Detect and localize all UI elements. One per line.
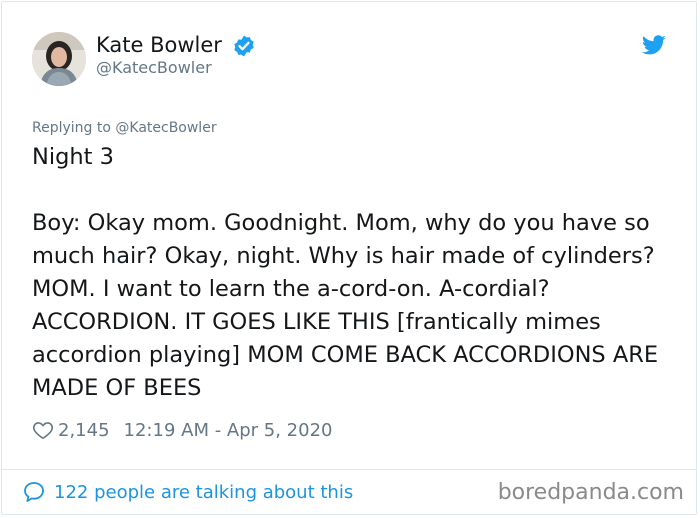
verified-badge-icon: [234, 35, 254, 57]
talking-link[interactable]: 122 people are talking about this: [22, 480, 353, 504]
replying-to[interactable]: Replying to @KatecBowler: [32, 120, 217, 136]
comment-bubble-icon: [24, 482, 44, 502]
divider: [1, 469, 697, 470]
timestamp[interactable]: 12:19 AM - Apr 5, 2020: [124, 420, 333, 441]
like-count[interactable]: 2,145: [58, 420, 110, 441]
heart-icon[interactable]: [32, 419, 54, 441]
tweet-meta: 2,145 12:19 AM - Apr 5, 2020: [32, 418, 332, 442]
tweet-paragraph: Boy: Okay mom. Goodnight. Mom, why do yo…: [32, 210, 659, 401]
tweet-text: Night 3 Boy: Okay mom. Goodnight. Mom, w…: [32, 141, 672, 405]
display-name[interactable]: Kate Bowler: [96, 33, 222, 57]
talking-label[interactable]: 122 people are talking about this: [54, 482, 353, 503]
watermark: boredpanda.com: [497, 480, 684, 505]
avatar[interactable]: [32, 32, 86, 86]
twitter-bird-icon[interactable]: [641, 33, 667, 57]
handle[interactable]: @KatecBowler: [96, 58, 212, 77]
tweet-paragraph: Night 3: [32, 144, 114, 170]
